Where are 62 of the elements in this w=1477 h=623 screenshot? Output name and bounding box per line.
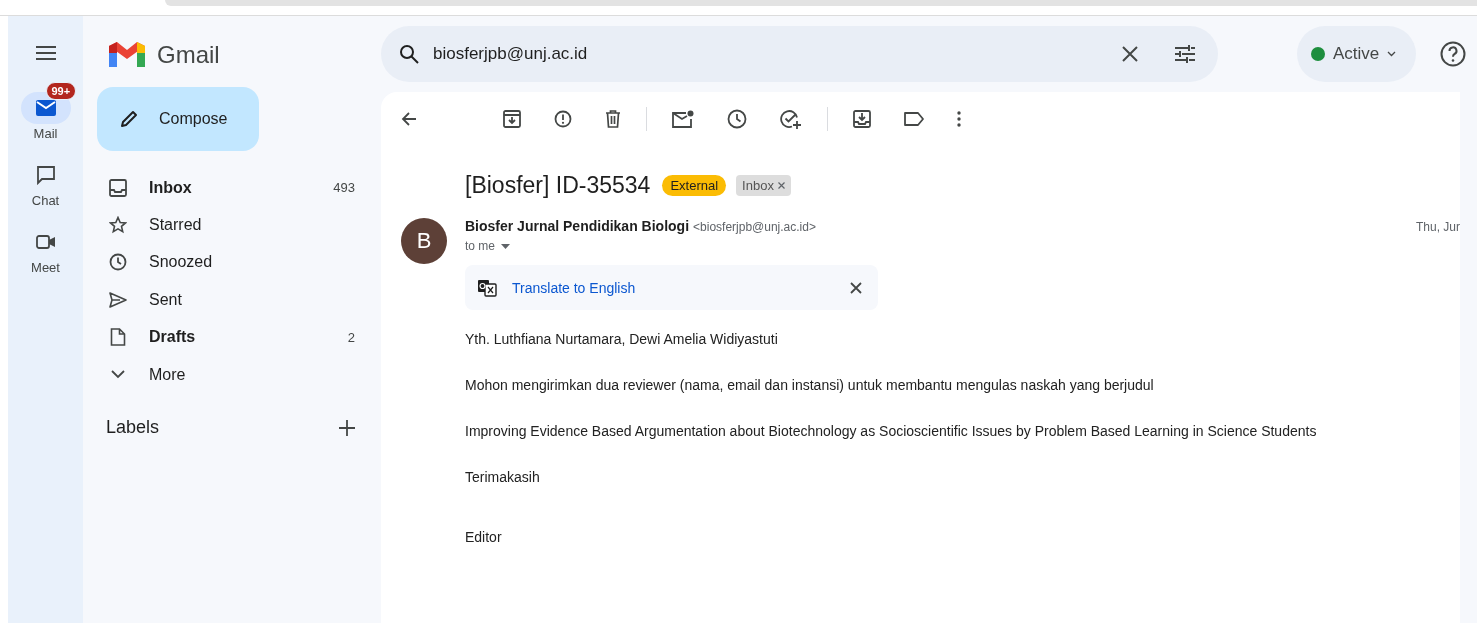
signature-text: Editor [465, 528, 503, 546]
check-circle-plus-icon[interactable] [780, 109, 802, 129]
sender-email: <biosferjpb@unj.ac.id> [693, 220, 816, 234]
inbox-tray-icon [109, 178, 127, 197]
search-icon [399, 44, 419, 64]
clock-icon [109, 253, 127, 272]
compose-button[interactable]: Compose [97, 87, 259, 151]
move-to-tray-icon[interactable] [853, 110, 871, 128]
label-tag-icon[interactable] [904, 112, 924, 126]
label-chip: External [662, 175, 727, 196]
folder-item[interactable]: Drafts 2 [83, 318, 381, 356]
body-paragraph: Terimakasih [465, 468, 541, 486]
more-vertical-icon[interactable] [957, 111, 961, 127]
pencil-icon [119, 109, 139, 129]
back-arrow-icon[interactable] [401, 111, 417, 127]
rail-label: Chat [31, 193, 60, 208]
plus-icon[interactable] [339, 419, 355, 436]
clock-icon[interactable] [727, 109, 747, 129]
search-field[interactable]: biosferjpb@unj.ac.id [381, 26, 1218, 82]
status-dropdown[interactable]: Active [1297, 26, 1416, 82]
label-chip: Inbox [736, 175, 791, 196]
unread-count-badge: 99+ [45, 82, 77, 100]
body-paragraph: Improving Evidence Based Argumentation about Biotechnology as Socioscientific Issues by Problem Based Learning in Science Students [465, 422, 1318, 440]
sender-name: Biosfer Jurnal Pendidikan Biologi [465, 218, 690, 234]
folder-item[interactable]: Snoozed [83, 243, 381, 282]
folder-item[interactable]: More [83, 355, 381, 394]
avatar-circle: B [401, 218, 447, 264]
star-icon [109, 216, 127, 235]
close-icon[interactable] [850, 281, 862, 294]
email-date: Thu, Jur [1416, 220, 1460, 234]
help-icon[interactable] [1440, 41, 1466, 67]
recipient-dropdown[interactable]: to me [465, 239, 510, 253]
video-camera-icon [35, 234, 56, 250]
sliders-icon[interactable] [1174, 45, 1196, 63]
folder-item[interactable]: Starred [83, 206, 381, 244]
chat-bubble-icon [35, 165, 56, 185]
rail-label: Mail [33, 126, 58, 141]
body-paragraph: Mohon mengirimkan dua reviewer (nama, email dan instansi) untuk membantu mengulas naskah yang berjudul [465, 376, 1155, 394]
envelope-icon [35, 100, 56, 116]
labels-heading: Labels [106, 417, 160, 439]
menu-icon[interactable] [34, 45, 57, 61]
app-name: Gmail [157, 41, 220, 69]
document-icon [109, 328, 127, 347]
trash-icon[interactable] [605, 110, 621, 128]
chevron-down-icon [1387, 51, 1397, 57]
translate-icon [477, 278, 497, 297]
caret-icon [501, 243, 510, 249]
folder-item[interactable]: Sent [83, 281, 381, 319]
folder-item[interactable]: Inbox 493 [83, 169, 381, 207]
envelope-m-logo-icon [109, 41, 145, 69]
envelope-dot-icon[interactable] [672, 110, 694, 128]
rail-label: Meet [31, 260, 60, 275]
body-paragraph: Yth. Luthfiana Nurtamara, Dewi Amelia Widiyastuti [465, 330, 779, 348]
email-subject: [Biosfer] ID-35534 [465, 172, 651, 199]
chevron-down-icon [109, 370, 127, 380]
close-icon[interactable] [777, 182, 785, 189]
close-icon[interactable] [1122, 46, 1138, 62]
translate-link[interactable]: Translate to English [512, 279, 835, 296]
exclamation-circle-icon[interactable] [554, 110, 572, 128]
send-icon [109, 291, 127, 308]
status-dot-icon [1311, 47, 1325, 61]
archive-icon[interactable] [503, 110, 521, 128]
